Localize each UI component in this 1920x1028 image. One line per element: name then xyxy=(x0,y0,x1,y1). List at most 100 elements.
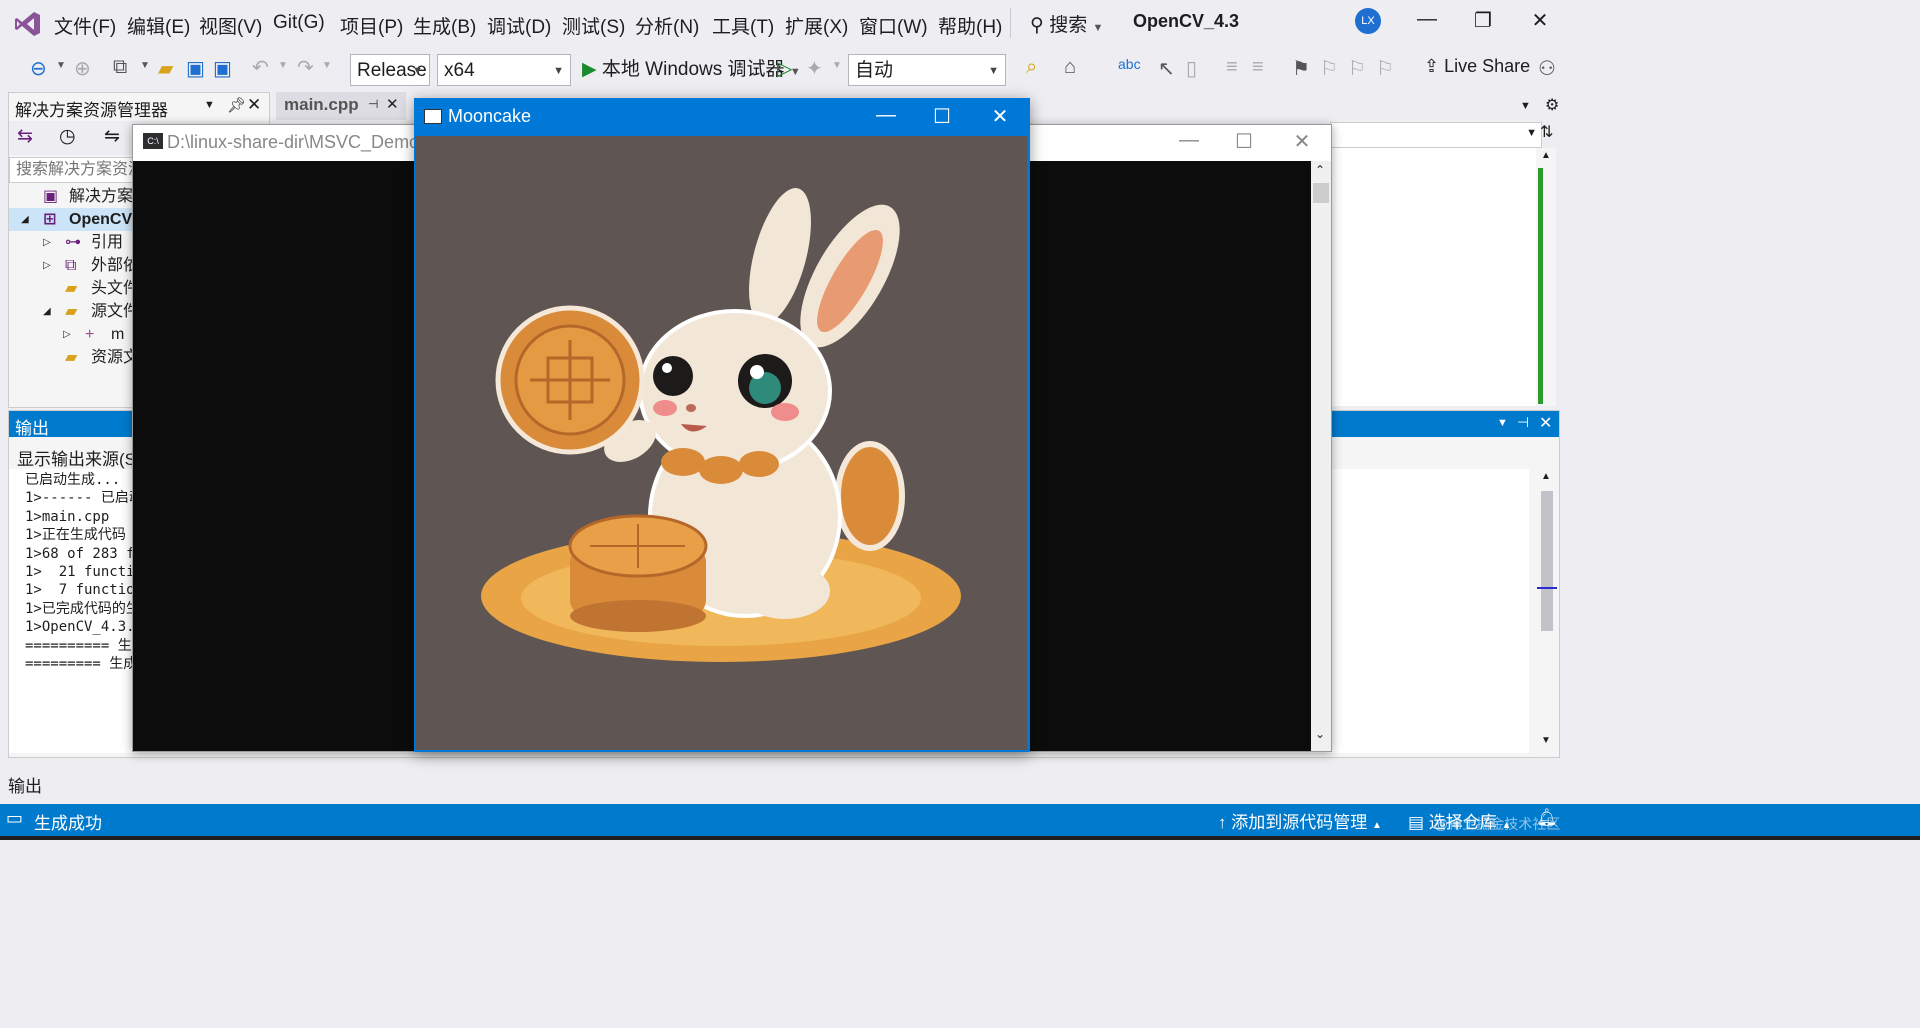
scroll-thumb[interactable] xyxy=(1313,183,1329,203)
pin-icon[interactable]: 📌︎ xyxy=(227,96,246,114)
platform-select[interactable]: x64 ▼ xyxy=(437,54,571,86)
menu-item[interactable]: 编辑(E) xyxy=(127,12,190,39)
new-project-icon[interactable]: ⧉ xyxy=(113,56,127,79)
tree-item-label: m xyxy=(111,326,125,343)
close-icon[interactable]: ✕ xyxy=(386,95,399,113)
chevron-down-icon[interactable]: ▼ xyxy=(140,60,150,71)
prev-bookmark-icon[interactable]: ⚐ xyxy=(1320,56,1338,81)
save-icon[interactable]: ▣ xyxy=(186,56,205,81)
hot-reload-icon[interactable]: ✦ xyxy=(806,56,823,81)
menu-item[interactable]: 测试(S) xyxy=(562,12,625,39)
configuration-select[interactable]: Release ▼ xyxy=(350,54,430,86)
close-icon[interactable]: ✕ xyxy=(1517,8,1563,33)
pin-icon[interactable]: ⊣ xyxy=(368,97,378,111)
tab-output[interactable]: 输出 xyxy=(8,772,42,797)
close-icon[interactable]: ✕ xyxy=(247,95,261,115)
clear-bookmarks-icon[interactable]: ⚐ xyxy=(1376,56,1394,81)
cursor-icon[interactable]: ↖ xyxy=(1158,56,1175,81)
save-all-icon[interactable]: ▣ xyxy=(213,56,232,81)
minimize-icon[interactable]: — xyxy=(1404,8,1450,31)
menu-item[interactable]: 视图(V) xyxy=(199,12,262,39)
menu-item[interactable]: 窗口(W) xyxy=(859,12,928,39)
format-icon[interactable]: ▯ xyxy=(1186,56,1197,81)
chevron-down-icon[interactable]: ▼ xyxy=(204,99,215,111)
expander-icon[interactable]: ▷ xyxy=(43,231,51,254)
editor-scrollbar[interactable]: ▲ xyxy=(1536,148,1556,406)
menu-item[interactable]: 调试(D) xyxy=(487,12,551,39)
references-icon: ⊶ xyxy=(65,234,81,251)
image-window-title-bar[interactable]: Mooncake — ☐ ✕ xyxy=(414,98,1030,136)
maximize-icon[interactable]: ☐ xyxy=(919,104,965,129)
spell-check-icon[interactable]: abc xyxy=(1118,56,1141,72)
scroll-up-icon[interactable]: ▲ xyxy=(1541,150,1551,161)
maximize-icon[interactable]: ☐ xyxy=(1221,129,1267,154)
bookmark-icon[interactable]: ⚑ xyxy=(1292,56,1310,81)
console-scrollbar[interactable]: ⌃ ⌄ xyxy=(1311,161,1331,751)
add-source-control-button[interactable]: ↑ 添加到源代码管理 ▲ xyxy=(1218,808,1382,833)
scroll-down-icon[interactable]: ⌄ xyxy=(1315,727,1325,741)
menu-item[interactable]: 帮助(H) xyxy=(938,12,1002,39)
menu-item[interactable]: 扩展(X) xyxy=(785,12,848,39)
menu-item[interactable]: 生成(B) xyxy=(413,12,476,39)
chevron-down-icon: ▼ xyxy=(988,65,999,77)
minimize-icon[interactable]: — xyxy=(863,104,909,127)
live-share-button[interactable]: ⇪ Live Share xyxy=(1424,56,1530,77)
history-icon[interactable]: ◷ xyxy=(59,125,76,148)
settings-icon[interactable]: ⚙ xyxy=(1545,95,1559,115)
open-folder-icon[interactable]: ▰ xyxy=(158,56,173,81)
menu-item[interactable]: 工具(T) xyxy=(712,12,774,39)
next-bookmark-icon[interactable]: ⚐ xyxy=(1348,56,1366,81)
uncomment-icon[interactable]: ≡ xyxy=(1252,56,1264,79)
output-scrollbar[interactable]: ▲ ▼ xyxy=(1537,469,1557,753)
scroll-up-icon[interactable]: ▲ xyxy=(1541,471,1551,482)
close-icon[interactable]: ✕ xyxy=(977,104,1023,129)
menu-item[interactable]: 项目(P) xyxy=(340,12,403,39)
chevron-down-icon[interactable]: ▼ xyxy=(322,60,332,71)
comment-icon[interactable]: ≡ xyxy=(1226,56,1238,79)
live-share-label: Live Share xyxy=(1444,56,1531,76)
forward-icon[interactable]: ⊕ xyxy=(74,56,91,81)
scroll-up-icon[interactable]: ⌃ xyxy=(1315,163,1325,177)
console-app-icon: C:\ xyxy=(143,133,163,149)
expander-icon[interactable]: ▷ xyxy=(43,254,51,277)
split-icon[interactable]: ⇅ xyxy=(1540,122,1553,142)
tab-main-cpp[interactable]: main.cpp ⊣ ✕ xyxy=(276,92,406,120)
sync-icon[interactable]: ⇋ xyxy=(104,125,120,148)
expander-icon[interactable]: ▷ xyxy=(63,323,71,346)
expander-icon[interactable]: ◢ xyxy=(21,208,29,231)
search-label: 搜索 xyxy=(1049,15,1088,36)
scroll-down-icon[interactable]: ▼ xyxy=(1541,735,1551,746)
member-dropdown[interactable]: ▼ xyxy=(1330,122,1542,148)
close-icon[interactable]: ✕ xyxy=(1539,413,1552,433)
avatar[interactable]: LX xyxy=(1355,8,1381,34)
menu-item[interactable]: 分析(N) xyxy=(635,12,699,39)
solution-config-icon[interactable]: ⌂ xyxy=(1064,56,1076,79)
close-icon[interactable]: ✕ xyxy=(1279,129,1325,154)
menu-item[interactable]: 文件(F) xyxy=(54,12,116,39)
start-debugging-button[interactable]: ▶ 本地 Windows 调试器 ▼ xyxy=(582,55,801,87)
feedback-icon[interactable]: ⚇ xyxy=(1538,56,1556,81)
mooncake-rabbit-image xyxy=(415,136,1027,750)
auto-select[interactable]: 自动 ▼ xyxy=(848,54,1006,86)
chevron-down-icon[interactable]: ▼ xyxy=(1520,100,1531,112)
switch-view-icon[interactable]: ⇆ xyxy=(17,125,33,148)
restore-icon[interactable]: ❐ xyxy=(1460,8,1506,33)
chevron-down-icon[interactable]: ▼ xyxy=(1497,417,1508,429)
chevron-down-icon[interactable]: ▼ xyxy=(832,60,842,71)
chevron-up-icon: ▲ xyxy=(1371,820,1382,831)
menu-item[interactable]: Git(G) xyxy=(273,12,325,34)
chevron-down-icon[interactable]: ▼ xyxy=(278,60,288,71)
visual-studio-logo-icon[interactable] xyxy=(14,10,42,38)
pin-icon[interactable]: ⊣ xyxy=(1517,414,1529,431)
start-without-debugging-icon[interactable]: ▷ xyxy=(777,56,792,81)
chevron-down-icon[interactable]: ▼ xyxy=(56,60,66,71)
search-button[interactable]: ⚲ 搜索 ▼ xyxy=(1030,10,1103,37)
expander-icon[interactable]: ◢ xyxy=(43,300,51,323)
find-in-files-icon[interactable]: ⌕ xyxy=(1026,56,1037,79)
back-icon[interactable]: ⊖ xyxy=(30,56,47,81)
code-editor[interactable] xyxy=(1330,148,1536,406)
undo-icon[interactable]: ↶ xyxy=(252,55,269,80)
minimize-icon[interactable]: — xyxy=(1166,129,1212,152)
redo-icon[interactable]: ↷ xyxy=(297,55,314,80)
scroll-thumb[interactable] xyxy=(1541,491,1553,631)
